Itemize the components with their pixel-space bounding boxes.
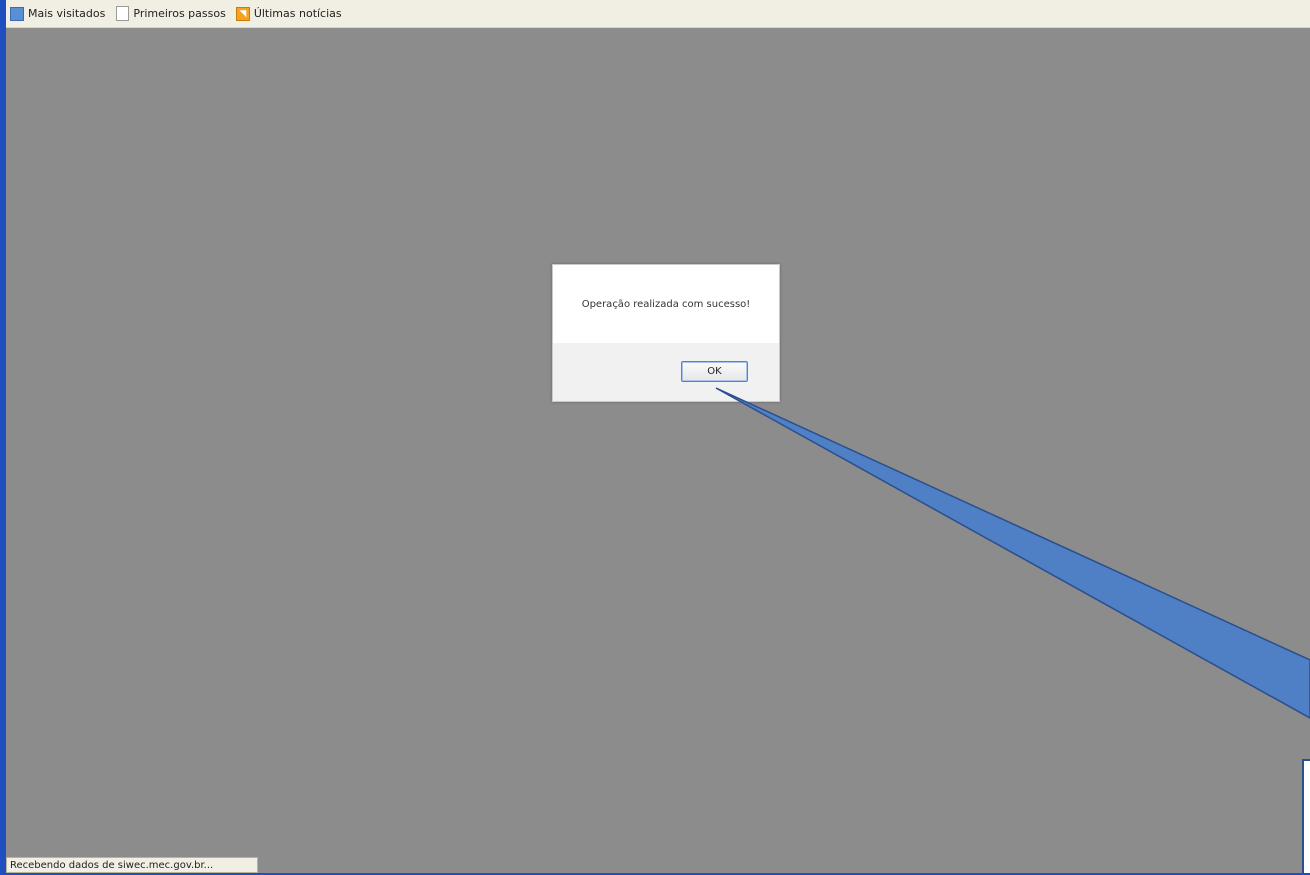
- dialog-message: Operação realizada com sucesso!: [581, 298, 751, 310]
- rss-icon: ◥: [235, 6, 250, 21]
- status-bar: Recebendo dados de siwec.mec.gov.br...: [6, 857, 258, 873]
- alert-dialog: Operação realizada com sucesso! OK: [552, 264, 780, 402]
- bookmark-latest-news[interactable]: ◥ Últimas notícias: [235, 6, 342, 21]
- dialog-footer: OK: [553, 343, 779, 401]
- most-visited-icon: [10, 6, 24, 21]
- callout-box-edge: [1302, 759, 1310, 875]
- page-icon: [115, 6, 129, 21]
- ok-button[interactable]: OK: [681, 361, 748, 382]
- bookmark-label: Mais visitados: [28, 7, 106, 20]
- bookmark-getting-started[interactable]: Primeiros passos: [115, 6, 226, 21]
- bookmark-label: Últimas notícias: [253, 7, 342, 20]
- bookmark-label: Primeiros passos: [133, 7, 226, 20]
- window-frame-left: [0, 0, 6, 875]
- bookmark-most-visited[interactable]: Mais visitados: [10, 6, 106, 21]
- callout-pointer: [715, 387, 1310, 719]
- browser-window: Mais visitados Primeiros passos ◥ Última…: [0, 0, 1310, 875]
- annotation-callout: [715, 387, 1310, 875]
- bookmarks-toolbar: Mais visitados Primeiros passos ◥ Última…: [6, 0, 1310, 28]
